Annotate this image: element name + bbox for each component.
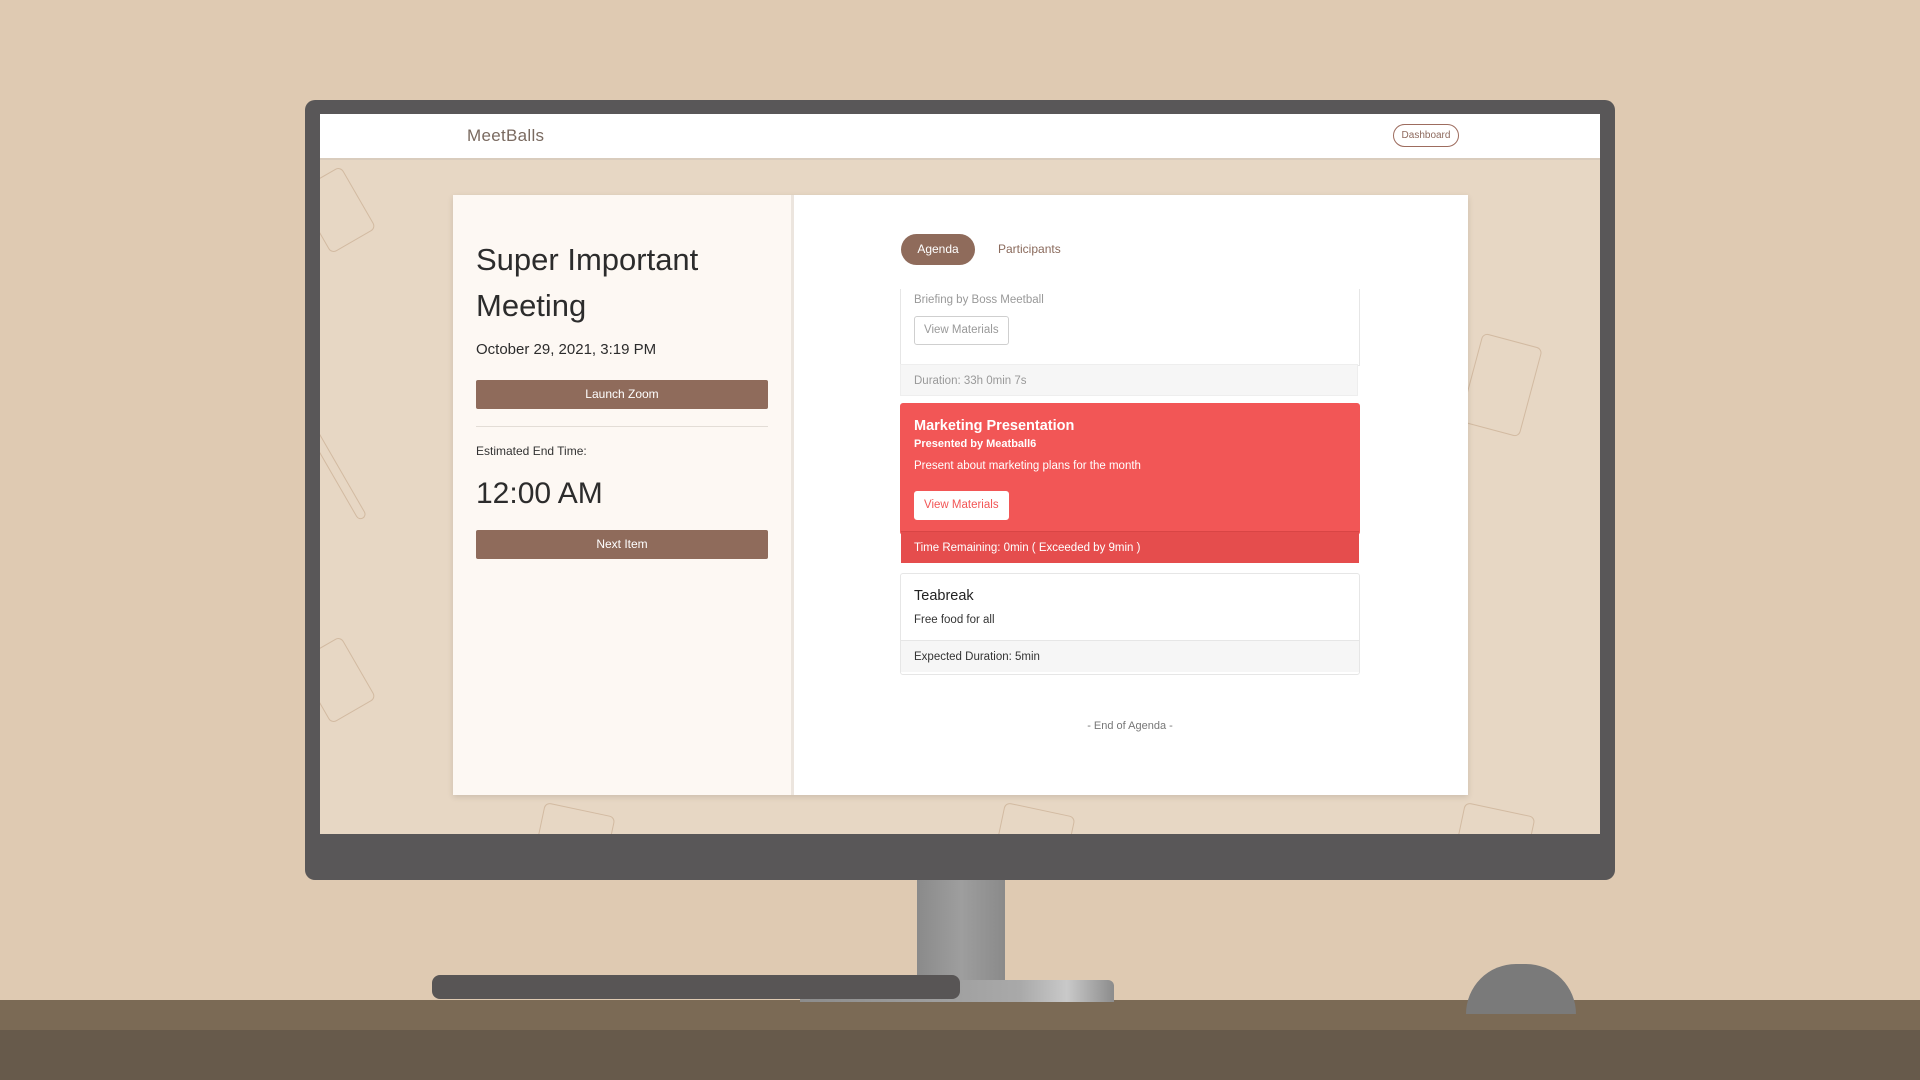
view-materials-button[interactable]: View Materials	[914, 316, 1009, 345]
end-of-agenda: - End of Agenda -	[1087, 720, 1173, 732]
agenda-item-description: Briefing by Boss Meetball	[914, 294, 1044, 306]
desk-front	[0, 1030, 1920, 1080]
laptop-doodle-icon	[320, 165, 377, 255]
meeting-info-panel: Super Important Meeting October 29, 2021…	[453, 195, 794, 795]
divider	[476, 426, 768, 427]
notebook-doodle-icon	[1456, 801, 1536, 834]
app-header: MeetBalls Dashboard	[320, 114, 1600, 160]
agenda-item-description: Present about marketing plans for the mo…	[914, 460, 1141, 472]
agenda-item-time-remaining: Time Remaining: 0min ( Exceeded by 9min …	[901, 531, 1359, 563]
tab-agenda[interactable]: Agenda	[901, 234, 975, 265]
meeting-datetime: October 29, 2021, 3:19 PM	[476, 341, 657, 358]
next-item-button[interactable]: Next Item	[476, 530, 768, 559]
agenda-item-description: Free food for all	[914, 614, 995, 626]
agenda-item-active: Marketing Presentation Presented by Meat…	[900, 403, 1360, 563]
tab-participants[interactable]: Participants	[998, 234, 1061, 265]
agenda-item-duration: Duration: 33h 0min 7s	[900, 364, 1358, 396]
notebook-doodle-icon	[536, 801, 616, 834]
launch-zoom-button[interactable]: Launch Zoom	[476, 380, 768, 409]
meeting-card: Super Important Meeting October 29, 2021…	[453, 195, 1468, 795]
desk-top	[0, 1000, 1920, 1030]
agenda-item: Briefing by Boss Meetball View Materials	[900, 289, 1360, 366]
agenda-list[interactable]: Briefing by Boss Meetball View Materials…	[900, 289, 1360, 689]
notebook-doodle-icon	[1459, 332, 1543, 438]
agenda-item: Teabreak Free food for all Expected Dura…	[900, 573, 1360, 675]
mouse	[1466, 964, 1576, 1014]
agenda-item-title: Teabreak	[914, 588, 974, 604]
keyboard	[432, 975, 960, 999]
estimated-end-time-label: Estimated End Time:	[476, 444, 587, 458]
estimated-end-time: 12:00 AM	[476, 477, 603, 510]
laptop-doodle-icon	[320, 635, 377, 725]
monitor-stand-neck	[917, 878, 1005, 983]
logo[interactable]: MeetBalls	[467, 126, 544, 146]
dashboard-button[interactable]: Dashboard	[1393, 124, 1459, 147]
pencil-doodle-icon	[320, 419, 368, 521]
app-screen: MeetBalls Dashboard Super Important Meet…	[320, 114, 1600, 834]
view-materials-button[interactable]: View Materials	[914, 491, 1009, 520]
agenda-item-expected-duration: Expected Duration: 5min	[901, 640, 1359, 672]
meeting-title: Super Important Meeting	[476, 242, 699, 323]
agenda-item-presenter: Presented by Meatball6	[914, 438, 1037, 450]
notebook-doodle-icon	[996, 801, 1076, 834]
agenda-item-title: Marketing Presentation	[914, 418, 1075, 434]
